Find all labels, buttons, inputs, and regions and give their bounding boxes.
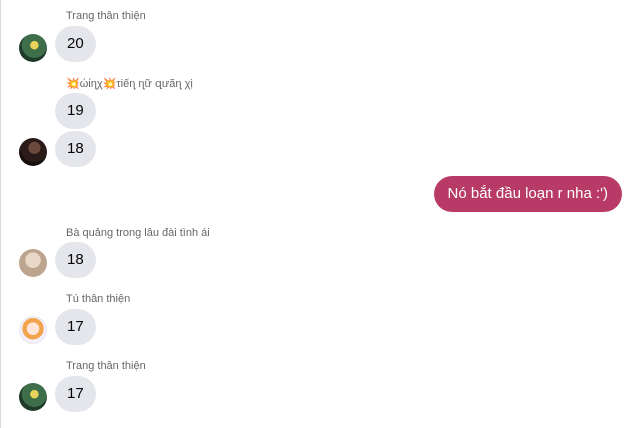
avatar-icon[interactable] bbox=[19, 138, 47, 166]
avatar-icon[interactable] bbox=[19, 383, 47, 411]
message-bubble[interactable]: 17 bbox=[55, 376, 96, 412]
message-bubble[interactable]: 18 bbox=[55, 131, 96, 167]
message-bubble[interactable]: 18 bbox=[55, 242, 96, 278]
avatar-icon[interactable] bbox=[19, 34, 47, 62]
sender-name: Trang thân thiện bbox=[66, 10, 146, 22]
own-message-bubble[interactable]: Nó bắt đầu loạn r nha :') bbox=[433, 176, 622, 212]
sender-name: Tú thân thiện bbox=[66, 293, 131, 305]
sender-name: Trang thân thiện bbox=[66, 360, 146, 372]
message-bubble[interactable]: 20 bbox=[55, 26, 96, 62]
chat-message-list[interactable]: Trang thân thiện 20 💥ώίɳχ💥τiếɳ ɳữ զưãɳ χ… bbox=[0, 0, 644, 428]
sender-name: 💥ώίɳχ💥τiếɳ ɳữ զưãɳ χị bbox=[66, 78, 193, 90]
avatar-icon[interactable] bbox=[19, 249, 47, 277]
sender-name: Bà quảng trong lâu đài tình ái bbox=[66, 227, 210, 239]
message-bubble[interactable]: 19 bbox=[55, 93, 96, 129]
avatar-icon[interactable] bbox=[19, 316, 47, 344]
message-bubble[interactable]: 17 bbox=[55, 309, 96, 345]
